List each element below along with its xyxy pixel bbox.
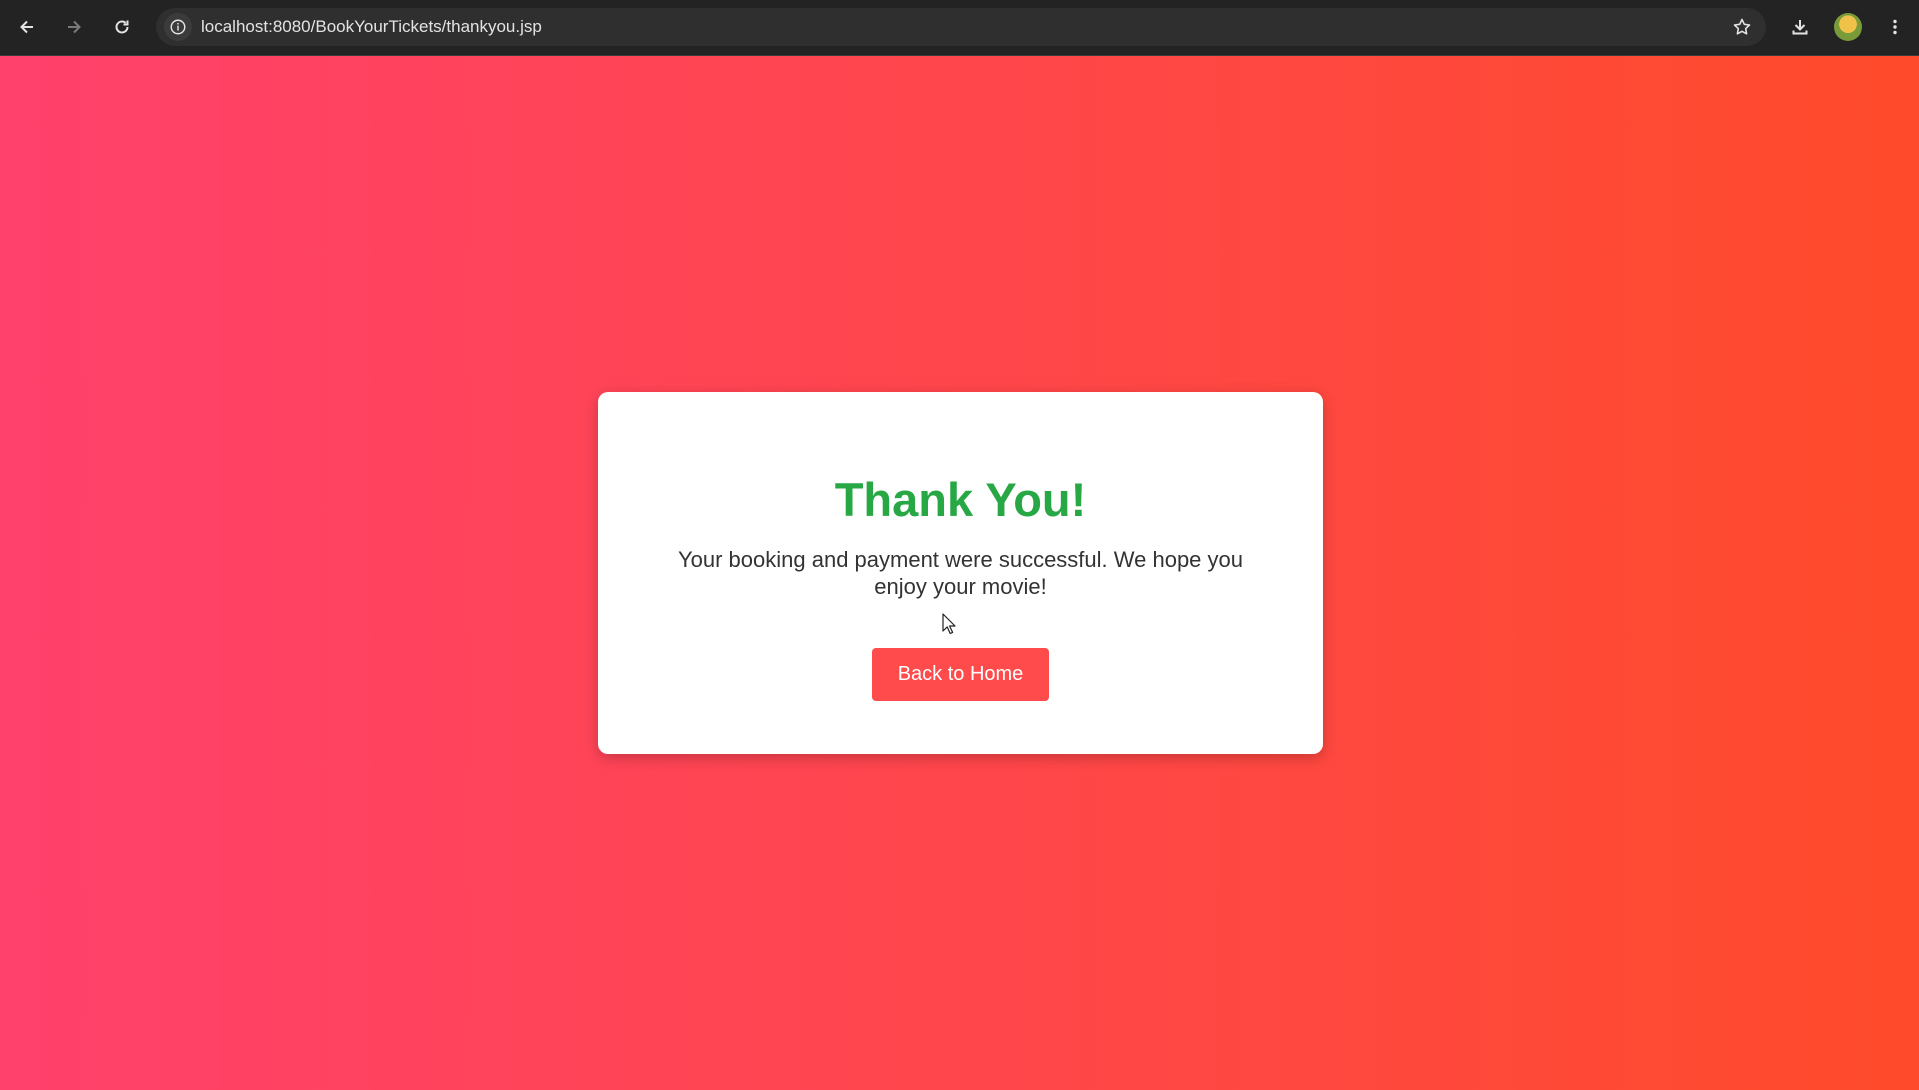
thank-you-card: Thank You! Your booking and payment were… (598, 392, 1323, 754)
forward-arrow-icon (68, 20, 81, 34)
site-info-icon (170, 19, 186, 35)
site-info-button[interactable] (164, 13, 192, 41)
reload-button[interactable] (107, 12, 137, 42)
mouse-cursor-icon (942, 613, 956, 635)
page-background: Thank You! Your booking and payment were… (0, 56, 1919, 1090)
downloads-button[interactable] (1785, 12, 1815, 42)
more-menu-icon (1893, 19, 1897, 35)
back-to-home-button[interactable]: Back to Home (872, 648, 1049, 701)
reload-icon (115, 20, 129, 34)
download-icon (1792, 20, 1808, 35)
more-menu-button[interactable] (1880, 12, 1910, 42)
url-text[interactable]: localhost:8080/BookYourTickets/thankyou.… (201, 17, 542, 37)
profile-avatar-icon[interactable] (1834, 13, 1862, 41)
back-arrow-icon (20, 20, 33, 34)
browser-toolbar: localhost:8080/BookYourTickets/thankyou.… (0, 0, 1919, 56)
back-button[interactable] (12, 12, 42, 42)
bookmark-star-icon (1733, 18, 1751, 35)
success-message: Your booking and payment were successful… (677, 547, 1244, 599)
forward-button[interactable] (59, 12, 89, 42)
address-bar[interactable]: localhost:8080/BookYourTickets/thankyou.… (156, 8, 1766, 46)
page-title: Thank You! (834, 473, 1087, 526)
bookmark-button[interactable] (1728, 13, 1756, 41)
